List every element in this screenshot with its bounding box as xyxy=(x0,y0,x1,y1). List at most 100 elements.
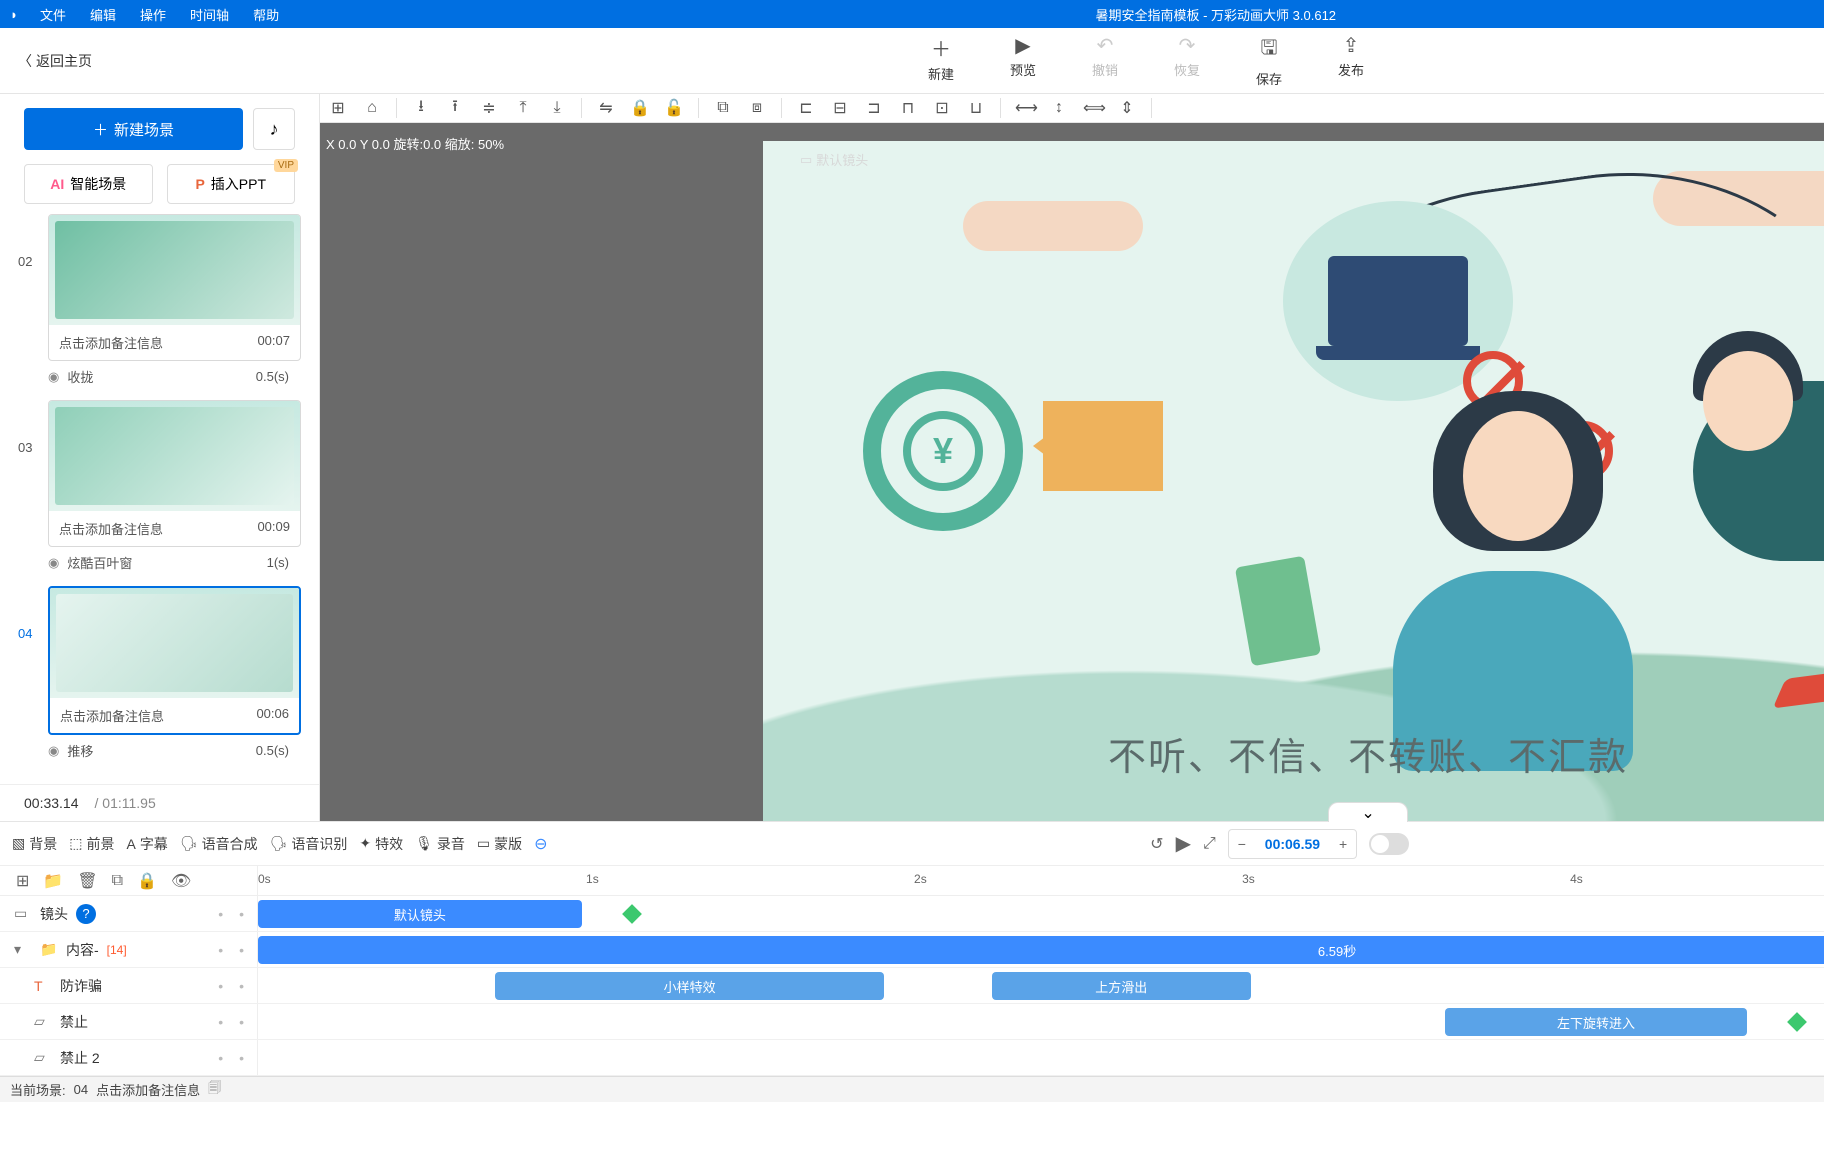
canvas-toolbar: ⊞ ⌂ ⭳ ⭱ ≑ ⤒ ⤓ ⇋ 🔒 🔓 ⧉ ⧈ ⊏ ⊟ ⊐ ⊓ ⊡ ⊔ ⟷ ↕ … xyxy=(320,94,1824,123)
back-home-button[interactable]: 〈 返回主页 xyxy=(0,51,100,71)
align-down-icon[interactable]: ⭳ xyxy=(411,95,431,122)
align-vtop-icon[interactable]: ⊓ xyxy=(898,98,918,118)
align-left-icon[interactable]: ⊏ xyxy=(796,98,816,118)
scene-card-04[interactable]: 点击添加备注信息00:06 xyxy=(48,586,301,735)
stage-canvas[interactable]: ¥ 不听、不信、不转账、不汇款 xyxy=(763,141,1824,821)
scene-panel: ＋ 新建场景 ♪ AI 智能场景 P 插入PPT VIP 02 xyxy=(0,94,320,821)
time-plus-button[interactable]: + xyxy=(1330,836,1356,852)
align-up-icon[interactable]: ⭱ xyxy=(445,95,465,122)
tl-delete-icon[interactable]: 🗑 xyxy=(77,871,97,891)
edit-icon[interactable]: 🗐 xyxy=(208,1079,221,1101)
align-vmid-icon[interactable]: ⊡ xyxy=(932,98,952,118)
status-scene-num: 04 xyxy=(74,1082,88,1097)
tl-folder-icon[interactable]: 📁 xyxy=(43,871,63,891)
scene-number: 02 xyxy=(18,214,40,269)
new-button[interactable]: ＋新建 xyxy=(928,33,954,88)
ruler-icon[interactable]: ⊞ xyxy=(328,98,348,118)
transition-row[interactable]: ◉收拢0.5(s) xyxy=(18,361,301,392)
align-vbot-icon[interactable]: ⊔ xyxy=(966,98,986,118)
clip-default-lens[interactable]: 默认镜头 xyxy=(258,900,582,928)
tl-effects-button[interactable]: ✦特效 xyxy=(359,834,403,854)
publish-button[interactable]: ⇪发布 xyxy=(1338,33,1364,88)
timeline-ruler[interactable]: 0s 1s 2s 3s 4s 5s 6s xyxy=(258,866,1824,895)
menu-action[interactable]: 操作 xyxy=(128,5,178,24)
clip-small-fx[interactable]: 小样特效 xyxy=(495,972,883,1000)
tl-rewind-icon[interactable]: ↺ xyxy=(1150,834,1163,854)
time-minus-button[interactable]: − xyxy=(1229,836,1255,852)
dist-v-icon[interactable]: ↕ xyxy=(1049,99,1069,117)
tl-visibility-icon[interactable]: 👁 xyxy=(171,871,191,891)
tl-expand-icon[interactable]: ⤢ xyxy=(1203,835,1216,853)
fit-height-icon[interactable]: ⇕ xyxy=(1117,98,1137,118)
time-value: 00:06.59 xyxy=(1255,836,1330,852)
clip-content-duration[interactable]: 6.59秒 xyxy=(258,936,1824,964)
track-camera[interactable]: ▭ 镜头 ? •• xyxy=(0,896,258,932)
ai-icon: AI xyxy=(50,176,64,192)
track-content[interactable]: ▾ 📁 内容-[14] •• xyxy=(0,932,258,968)
align-mid-icon[interactable]: ≑ xyxy=(479,98,499,118)
tl-asr-button[interactable]: 🗣语音识别 xyxy=(270,834,348,854)
menu-edit[interactable]: 编辑 xyxy=(78,5,128,24)
menu-file[interactable]: 文件 xyxy=(28,5,78,24)
tl-toggle-switch[interactable] xyxy=(1369,833,1409,855)
timeline-collapse-toggle[interactable]: ⌄ xyxy=(1328,802,1408,822)
tl-background-button[interactable]: ▧背景 xyxy=(12,834,57,854)
clip-rotate-in-1[interactable]: 左下旋转进入 xyxy=(1445,1008,1747,1036)
tl-foreground-button[interactable]: ⬚前景 xyxy=(69,834,114,854)
vip-badge: VIP xyxy=(274,159,298,172)
keyframe-icon[interactable] xyxy=(622,904,642,924)
menu-timeline[interactable]: 时间轴 xyxy=(178,5,241,24)
help-icon[interactable]: ? xyxy=(76,904,96,924)
timeline-tracks[interactable]: 默认镜头 6.59秒 小样特效 上方滑出 左下旋转进入 一直显示 左下旋转进入 … xyxy=(258,896,1824,1076)
keyframe-icon[interactable] xyxy=(1787,1012,1807,1032)
home-icon[interactable]: ⌂ xyxy=(362,99,382,117)
scene-thumbnail xyxy=(49,401,300,511)
tl-lock-icon[interactable]: 🔒 xyxy=(137,871,157,891)
align-center-icon[interactable]: ⊟ xyxy=(830,98,850,118)
fit-width-icon[interactable]: ⟺ xyxy=(1083,98,1103,118)
align-right-icon[interactable]: ⊐ xyxy=(864,98,884,118)
statusbar: 当前场景: 04 点击添加备注信息 🗐 xyxy=(0,1076,1824,1102)
unlock-icon[interactable]: 🔓 xyxy=(664,98,684,118)
tl-record-button[interactable]: 🎙录音 xyxy=(415,834,465,854)
tl-tts-button[interactable]: 🗣语音合成 xyxy=(180,834,258,854)
insert-ppt-button[interactable]: P 插入PPT VIP xyxy=(167,164,296,204)
tl-more-icon[interactable]: ⊖ xyxy=(534,834,547,854)
scene-card-02[interactable]: 点击添加备注信息00:07 xyxy=(48,214,301,361)
smart-scene-button[interactable]: AI 智能场景 xyxy=(24,164,153,204)
transition-row[interactable]: ◉推移0.5(s) xyxy=(18,735,301,766)
main-toolbar: 〈 返回主页 ＋新建 ▶预览 ↶撤销 ↷恢复 🖫保存 ⇪发布 💬用户反馈 🕓历史… xyxy=(0,28,1824,94)
align-top-icon[interactable]: ⤒ xyxy=(513,99,533,117)
scene-card-03[interactable]: 点击添加备注信息00:09 xyxy=(48,400,301,547)
align-bottom-icon[interactable]: ⤓ xyxy=(547,99,567,117)
scene-music-button[interactable]: ♪ xyxy=(253,108,295,150)
menu-help[interactable]: 帮助 xyxy=(241,5,291,24)
track-forbid-1[interactable]: ▱ 禁止 •• xyxy=(0,1004,258,1040)
redo-button[interactable]: ↷恢复 xyxy=(1174,33,1200,88)
clip-slide-top[interactable]: 上方滑出 xyxy=(992,972,1251,1000)
undo-button[interactable]: ↶撤销 xyxy=(1092,33,1118,88)
tl-play-icon[interactable]: ▶ xyxy=(1176,831,1191,856)
dist-h-icon[interactable]: ⟷ xyxy=(1015,98,1035,118)
new-scene-button[interactable]: ＋ 新建场景 xyxy=(24,108,243,150)
transition-row[interactable]: ◉炫酷百叶窗1(s) xyxy=(18,547,301,578)
tl-subtitle-button[interactable]: A字幕 xyxy=(126,834,167,854)
lock-icon[interactable]: 🔒 xyxy=(630,98,650,118)
save-icon: 🖫 xyxy=(1261,33,1278,67)
save-button[interactable]: 🖫保存 xyxy=(1256,33,1282,88)
group-icon[interactable]: ⧉ xyxy=(713,99,733,117)
tl-duplicate-icon[interactable]: ⧉ xyxy=(112,872,123,890)
tl-add-track-icon[interactable]: ⊞ xyxy=(16,871,29,891)
track-forbid-2[interactable]: ▱ 禁止 2 •• xyxy=(0,1040,258,1076)
flip-h-icon[interactable]: ⇋ xyxy=(596,98,616,118)
chevron-down-icon[interactable]: ▾ xyxy=(14,941,32,958)
track-text[interactable]: T 防诈骗 •• xyxy=(0,968,258,1004)
preview-button[interactable]: ▶预览 xyxy=(1010,33,1036,88)
ungroup-icon[interactable]: ⧈ xyxy=(747,99,767,117)
play-icon: ◉ xyxy=(48,743,59,759)
canvas-lens-label: ▭默认镜头 xyxy=(800,150,868,169)
time-footer: 00:33.14 / 01:11.95 xyxy=(0,784,319,821)
chevron-down-icon: ⌄ xyxy=(1361,803,1374,823)
tl-mask-button[interactable]: ▭蒙版 xyxy=(477,834,522,854)
scene-list[interactable]: 02 点击添加备注信息00:07 ◉收拢0.5(s) 03 点击添加备注信息00… xyxy=(0,214,319,784)
